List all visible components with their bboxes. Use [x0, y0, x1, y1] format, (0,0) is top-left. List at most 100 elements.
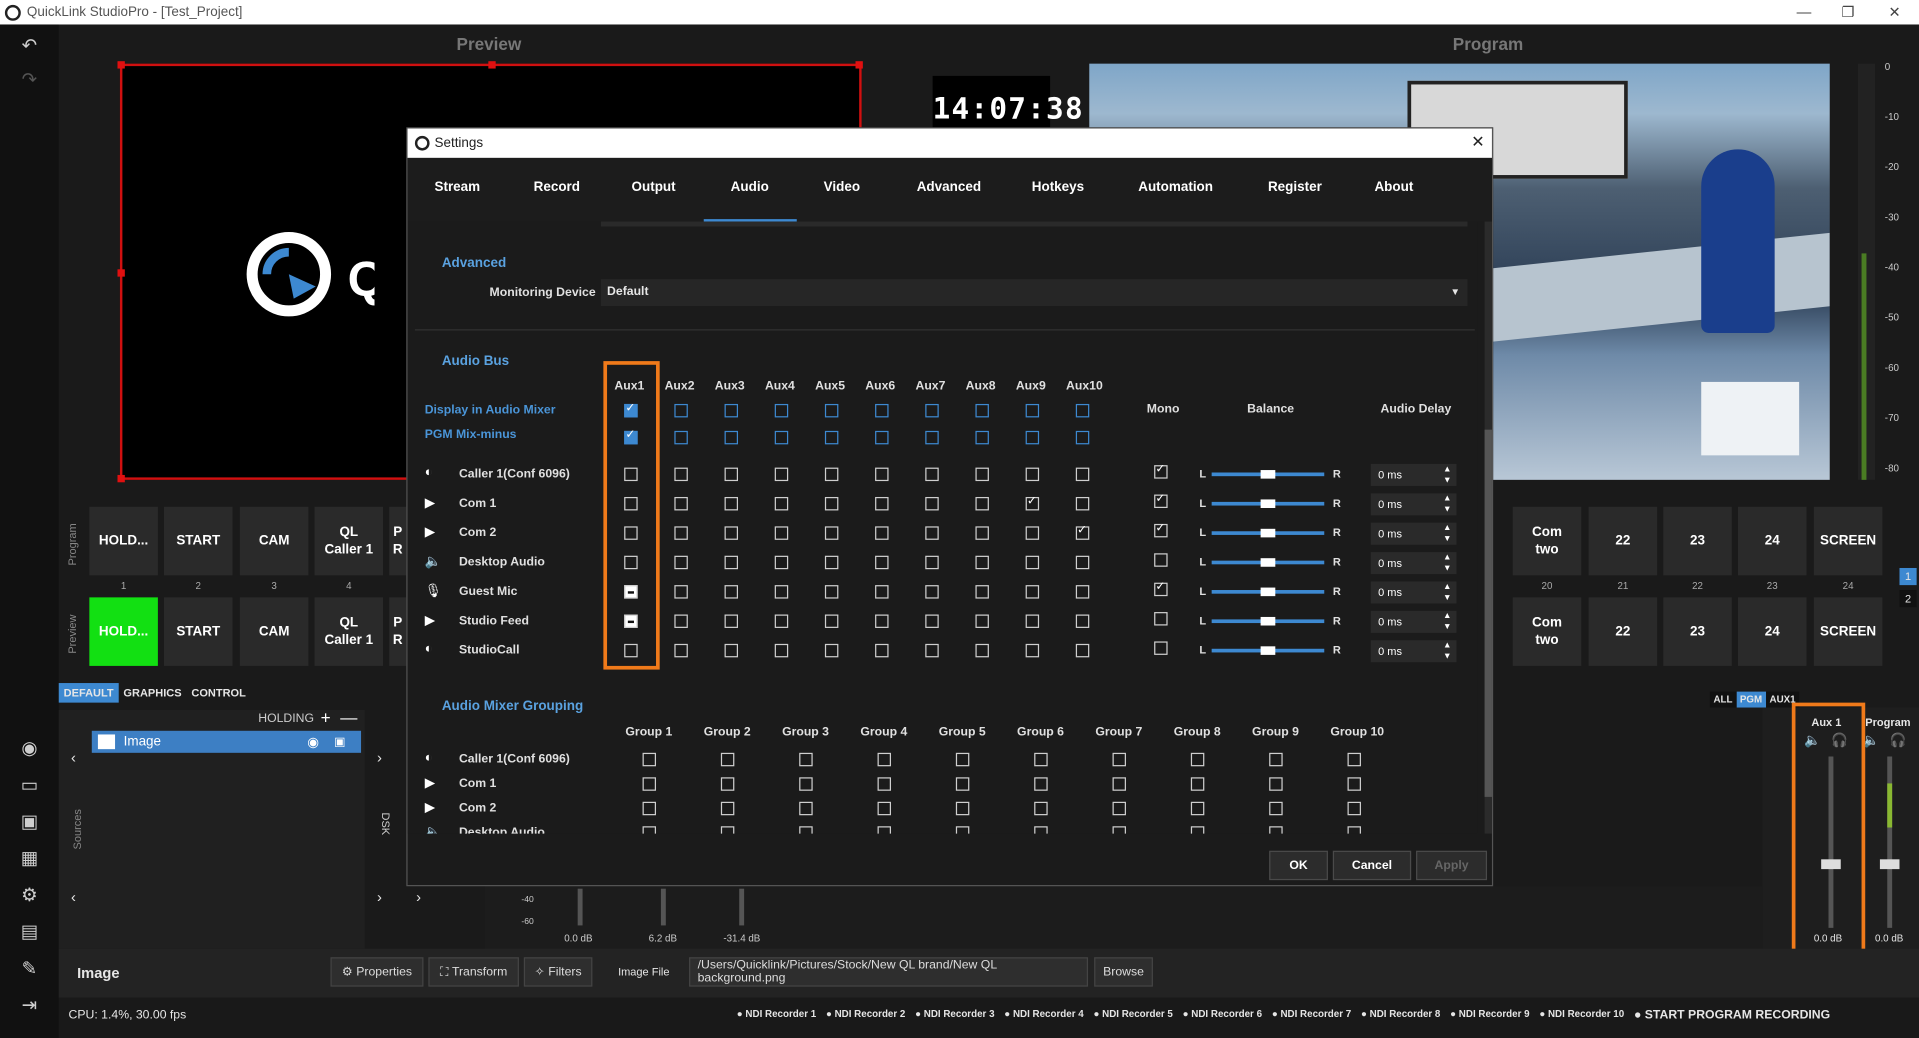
lock-icon[interactable]: ▣ [334, 735, 346, 748]
aux-checkbox[interactable] [774, 467, 789, 482]
group-checkbox[interactable] [720, 801, 735, 816]
tab-control[interactable]: CONTROL [186, 683, 250, 703]
group-checkbox[interactable] [1269, 826, 1283, 834]
tab-hotkeys[interactable]: Hotkeys [1032, 180, 1084, 195]
program-fader[interactable] [1887, 756, 1893, 928]
recorder-button[interactable]: ● NDI Recorder 7 [1272, 1009, 1351, 1022]
balance-slider-knob[interactable] [1260, 499, 1276, 509]
group-checkbox[interactable] [1034, 826, 1048, 834]
spinner-icon[interactable]: ▲ ▼ [1443, 611, 1451, 633]
aux-checkbox[interactable] [724, 467, 739, 482]
aux-checkbox[interactable] [1025, 467, 1040, 482]
spinner-icon[interactable]: ▲ ▼ [1443, 581, 1451, 603]
tab-video[interactable]: Video [824, 180, 860, 195]
chevron-left-icon[interactable]: ‹ [71, 749, 76, 766]
undo-icon[interactable]: ↶ [17, 34, 41, 58]
pgm-mix-minus-checkbox[interactable] [975, 430, 989, 445]
group-checkbox[interactable] [1269, 801, 1283, 816]
aux-checkbox[interactable] [975, 643, 989, 658]
resize-handle[interactable] [117, 269, 125, 277]
aux-checkbox[interactable] [1025, 614, 1040, 628]
group-checkbox[interactable] [799, 777, 813, 791]
exit-icon[interactable]: ⇥ [17, 994, 41, 1018]
aux-checkbox[interactable] [875, 614, 889, 628]
fader-track[interactable] [739, 888, 745, 926]
chevron-right-icon[interactable]: › [416, 889, 421, 906]
chevron-left-icon[interactable]: ‹ [71, 889, 76, 906]
aux-checkbox[interactable] [875, 467, 889, 482]
display-in-mixer-checkbox[interactable] [724, 403, 739, 418]
close-icon[interactable]: ✕ [1471, 132, 1484, 152]
chevron-right-icon[interactable]: › [377, 889, 382, 906]
display-icon[interactable]: ▣ [17, 810, 41, 834]
balance-slider-knob[interactable] [1260, 470, 1276, 479]
aux-checkbox[interactable] [724, 585, 739, 599]
mono-checkbox[interactable] [1154, 553, 1168, 567]
scene-program-4[interactable]: QL Caller 1 [314, 506, 384, 576]
browse-button[interactable]: Browse [1094, 957, 1153, 987]
pgm-mix-minus-checkbox[interactable] [824, 430, 839, 445]
group-checkbox[interactable] [877, 826, 891, 834]
pgm-mix-minus-checkbox[interactable] [674, 430, 688, 445]
aux-checkbox[interactable] [774, 614, 789, 628]
maximize-button[interactable]: ❐ [1824, 0, 1873, 24]
recorder-button[interactable]: ● NDI Recorder 9 [1450, 1009, 1529, 1022]
aux-checkbox[interactable] [925, 614, 939, 628]
aux-checkbox[interactable] [824, 614, 839, 628]
group-checkbox[interactable] [1034, 752, 1048, 767]
scene-program-23[interactable]: 24 [1737, 506, 1807, 576]
aux-checkbox[interactable] [975, 526, 989, 540]
balance-slider-knob[interactable] [1260, 646, 1276, 655]
tab-stream[interactable]: Stream [434, 180, 480, 195]
fader-track[interactable] [577, 888, 583, 926]
audio-delay-field[interactable]: 0 ms ▲ ▼ [1370, 493, 1457, 516]
pgm-mix-minus-checkbox[interactable] [925, 430, 939, 445]
audio-delay-field[interactable]: 0 ms ▲ ▼ [1370, 522, 1457, 545]
settings-scrollbar[interactable] [1484, 221, 1492, 834]
recorder-button[interactable]: ● NDI Recorder 5 [1093, 1009, 1172, 1022]
aux-checkbox[interactable] [674, 643, 688, 658]
aux-checkbox[interactable] [824, 496, 839, 511]
tools-icon[interactable]: ✎ [17, 957, 41, 981]
group-checkbox[interactable] [1347, 826, 1361, 834]
program-fader-knob[interactable] [1879, 859, 1900, 870]
aux-checkbox[interactable] [1075, 614, 1090, 628]
grid-icon[interactable]: ▦ [17, 847, 41, 871]
aux-checkbox[interactable] [674, 555, 688, 570]
headphones-icon[interactable]: 🎧 [1890, 732, 1907, 748]
group-checkbox[interactable] [1190, 826, 1205, 834]
remove-source-icon[interactable]: — [340, 708, 357, 728]
aux-checkbox[interactable] [875, 643, 889, 658]
tab-default[interactable]: DEFAULT [58, 683, 119, 703]
group-checkbox[interactable] [877, 777, 891, 791]
close-window-button[interactable]: ✕ [1870, 0, 1919, 24]
resize-handle[interactable] [117, 61, 125, 69]
mono-checkbox[interactable] [1154, 492, 1168, 509]
folder-icon[interactable]: ▤ [17, 921, 41, 945]
aux-checkbox[interactable] [824, 555, 839, 570]
scene-preview-21[interactable]: 22 [1588, 597, 1658, 666]
image-file-field[interactable]: /Users/Quicklink/Pictures/Stock/New QL b… [689, 957, 1089, 987]
tab-advanced[interactable]: Advanced [917, 180, 981, 195]
gear-icon[interactable]: ⚙ [17, 884, 41, 908]
redo-icon[interactable]: ↷ [17, 69, 41, 93]
aux-checkbox[interactable] [975, 467, 989, 482]
group-checkbox[interactable] [1347, 801, 1361, 816]
aux-checkbox[interactable] [674, 526, 688, 540]
spinner-icon[interactable]: ▲ ▼ [1443, 552, 1451, 574]
aux-checkbox[interactable] [875, 496, 889, 511]
resize-handle[interactable] [488, 61, 496, 69]
display-in-mixer-checkbox[interactable] [875, 403, 889, 418]
scene-preview-22[interactable]: 23 [1663, 597, 1732, 666]
spinner-icon[interactable]: ▲ ▼ [1443, 464, 1451, 486]
recorder-button[interactable]: ● NDI Recorder 6 [1183, 1009, 1262, 1022]
aux-checkbox[interactable] [674, 496, 688, 511]
scene-preview-3[interactable]: CAM [239, 597, 309, 666]
aux-checkbox[interactable] [774, 555, 789, 570]
aux-checkbox[interactable] [975, 585, 989, 599]
aux-checkbox[interactable] [774, 585, 789, 599]
group-checkbox[interactable] [642, 777, 657, 791]
audio-delay-field[interactable]: 0 ms ▲ ▼ [1370, 581, 1457, 604]
add-source-icon[interactable]: + [321, 708, 331, 728]
group-checkbox[interactable] [1347, 777, 1361, 791]
